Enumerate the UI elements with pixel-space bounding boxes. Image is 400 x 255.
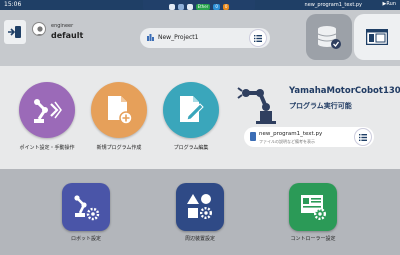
user-role: engineer xyxy=(51,23,74,29)
program-file-name: new_program1_text.py xyxy=(259,131,323,137)
controller-settings-icon xyxy=(301,195,327,221)
robot-settings-icon xyxy=(74,195,100,221)
project-selector[interactable]: New_Project1 xyxy=(140,28,270,48)
program-list-button[interactable] xyxy=(354,128,372,146)
avatar xyxy=(32,22,46,36)
screen-tab[interactable] xyxy=(354,14,400,60)
controller-settings-button[interactable] xyxy=(289,183,337,231)
status-file-name: new_program1_text.py xyxy=(304,1,362,8)
project-list-button[interactable] xyxy=(249,29,267,47)
point-setting-label: ポイント設定・手動操作 xyxy=(19,145,75,151)
logout-button[interactable] xyxy=(4,20,26,44)
edit-program-label: プログラム編集 xyxy=(173,145,209,151)
run-label: Run xyxy=(386,1,396,7)
peripheral-settings-label: 周辺装置設定 xyxy=(184,236,215,242)
list-icon xyxy=(254,34,262,42)
robot-model: YamahaMotorCobot1300 xyxy=(289,86,400,96)
robot-settings-label: ロボット設定 xyxy=(70,236,101,242)
new-file-icon xyxy=(108,96,133,125)
peripheral-settings-button[interactable] xyxy=(176,183,224,231)
logout-icon xyxy=(8,26,21,38)
cobot-icon xyxy=(237,87,276,124)
robot-arm-icon xyxy=(34,99,62,123)
edit-file-icon xyxy=(180,96,204,122)
run-button[interactable]: ▶Run xyxy=(383,1,396,7)
shapes-settings-icon xyxy=(187,194,213,220)
new-program-label: 新規プログラム作成 xyxy=(96,145,142,151)
window-icon xyxy=(366,29,388,45)
new-program-button[interactable] xyxy=(91,82,147,138)
controller-settings-label: コントローラー設定 xyxy=(290,236,336,242)
database-check-icon xyxy=(317,26,341,49)
project-name: New_Project1 xyxy=(158,34,199,41)
database-tab[interactable] xyxy=(306,14,352,60)
clock: 15:06 xyxy=(4,1,22,8)
program-file-selector[interactable]: new_program1_text.py ファイルの説明など備考を表示 xyxy=(244,127,374,147)
robot-settings-button[interactable] xyxy=(62,183,110,231)
point-setting-button[interactable] xyxy=(19,82,75,138)
python-file-icon xyxy=(250,132,256,141)
list-icon xyxy=(359,133,367,141)
edit-program-button[interactable] xyxy=(163,82,219,138)
project-icon xyxy=(147,34,154,41)
user-name: default xyxy=(51,31,84,40)
program-file-note: ファイルの説明など備考を表示 xyxy=(259,139,315,144)
robot-status: プログラム実行可能 xyxy=(289,102,352,110)
